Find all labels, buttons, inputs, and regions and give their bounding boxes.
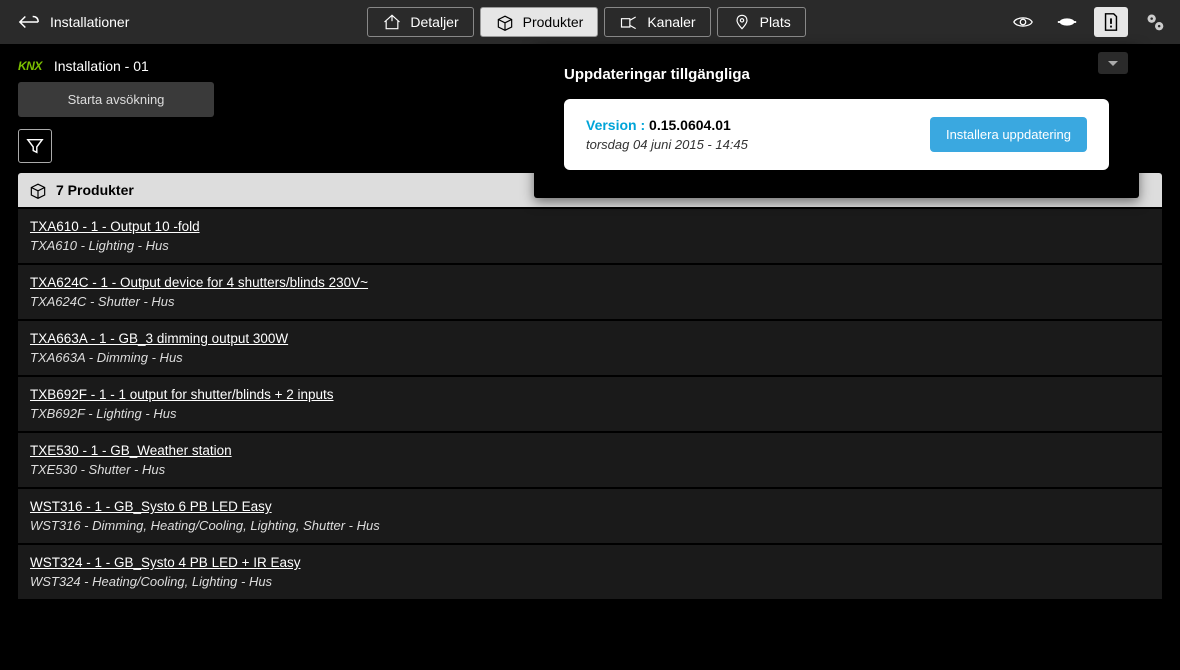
tab-channels-label: Kanaler	[647, 14, 695, 30]
connector-button[interactable]	[1050, 7, 1084, 37]
product-subtitle: WST324 - Heating/Cooling, Lighting - Hus	[30, 574, 1150, 589]
update-version-line: Version : 0.15.0604.01	[586, 117, 748, 135]
box-icon	[28, 181, 48, 199]
visibility-button[interactable]	[1006, 7, 1040, 37]
update-panel: Uppdateringar tillgängliga Version : 0.1…	[534, 44, 1139, 198]
product-subtitle: TXB692F - Lighting - Hus	[30, 406, 1150, 421]
update-card: Version : 0.15.0604.01 torsdag 04 juni 2…	[564, 99, 1109, 170]
settings-button[interactable]	[1138, 7, 1172, 37]
tab-products[interactable]: Produkter	[480, 7, 599, 37]
install-update-button[interactable]: Installera uppdatering	[930, 117, 1087, 152]
product-row[interactable]: WST324 - 1 - GB_Systo 4 PB LED + IR Easy…	[18, 545, 1162, 601]
tab-products-label: Produkter	[523, 14, 584, 30]
back-arrow-icon	[18, 14, 40, 30]
product-subtitle: TXE530 - Shutter - Hus	[30, 462, 1150, 477]
product-row[interactable]: TXA663A - 1 - GB_3 dimming output 300W T…	[18, 321, 1162, 377]
tab-place-label: Plats	[760, 14, 791, 30]
topbar: Installationer Detaljer Produkter Kanale…	[0, 0, 1180, 44]
product-title: TXE530 - 1 - GB_Weather station	[30, 443, 1150, 458]
filter-button[interactable]	[18, 129, 52, 163]
update-panel-collapse-button[interactable]	[1098, 52, 1128, 74]
eye-icon	[1012, 12, 1034, 32]
document-alert-icon	[1100, 12, 1122, 32]
pin-icon	[732, 13, 752, 31]
tab-channels[interactable]: Kanaler	[604, 7, 710, 37]
channel-icon	[619, 13, 639, 31]
product-subtitle: TXA663A - Dimming - Hus	[30, 350, 1150, 365]
tab-place[interactable]: Plats	[717, 7, 806, 37]
update-date: torsdag 04 juni 2015 - 14:45	[586, 137, 748, 152]
product-title: TXA610 - 1 - Output 10 -fold	[30, 219, 1150, 234]
update-info: Version : 0.15.0604.01 torsdag 04 juni 2…	[586, 117, 748, 152]
knx-logo: KNX	[18, 59, 42, 73]
product-title: WST316 - 1 - GB_Systo 6 PB LED Easy	[30, 499, 1150, 514]
product-title: TXA624C - 1 - Output device for 4 shutte…	[30, 275, 1150, 290]
product-row[interactable]: TXB692F - 1 - 1 output for shutter/blind…	[18, 377, 1162, 433]
product-subtitle: TXA610 - Lighting - Hus	[30, 238, 1150, 253]
gears-icon	[1144, 12, 1166, 32]
document-button[interactable]	[1094, 7, 1128, 37]
back-button[interactable]: Installationer	[8, 8, 139, 36]
update-version-label: Version :	[586, 117, 649, 133]
update-panel-title: Uppdateringar tillgängliga	[564, 66, 1109, 83]
start-scan-button[interactable]: Starta avsökning	[18, 82, 214, 117]
box-icon	[495, 13, 515, 31]
nav-tabs: Detaljer Produkter Kanaler Plats	[367, 7, 805, 37]
house-icon	[382, 13, 402, 31]
product-row[interactable]: TXE530 - 1 - GB_Weather station TXE530 -…	[18, 433, 1162, 489]
funnel-icon	[26, 137, 44, 155]
tab-details-label: Detaljer	[410, 14, 458, 30]
product-subtitle: WST316 - Dimming, Heating/Cooling, Light…	[30, 518, 1150, 533]
product-title: TXA663A - 1 - GB_3 dimming output 300W	[30, 331, 1150, 346]
product-list-header-label: 7 Produkter	[56, 182, 134, 198]
installation-name: Installation - 01	[54, 58, 149, 74]
product-list: 7 Produkter TXA610 - 1 - Output 10 -fold…	[18, 173, 1162, 601]
back-label: Installationer	[50, 14, 129, 30]
product-title: TXB692F - 1 - 1 output for shutter/blind…	[30, 387, 1150, 402]
topbar-right	[1006, 7, 1172, 37]
product-row[interactable]: WST316 - 1 - GB_Systo 6 PB LED Easy WST3…	[18, 489, 1162, 545]
product-row[interactable]: TXA624C - 1 - Output device for 4 shutte…	[18, 265, 1162, 321]
product-row[interactable]: TXA610 - 1 - Output 10 -fold TXA610 - Li…	[18, 207, 1162, 265]
plug-icon	[1056, 12, 1078, 32]
product-subtitle: TXA624C - Shutter - Hus	[30, 294, 1150, 309]
update-version-value: 0.15.0604.01	[649, 117, 731, 133]
chevron-down-icon	[1107, 58, 1119, 68]
product-title: WST324 - 1 - GB_Systo 4 PB LED + IR Easy	[30, 555, 1150, 570]
tab-details[interactable]: Detaljer	[367, 7, 473, 37]
